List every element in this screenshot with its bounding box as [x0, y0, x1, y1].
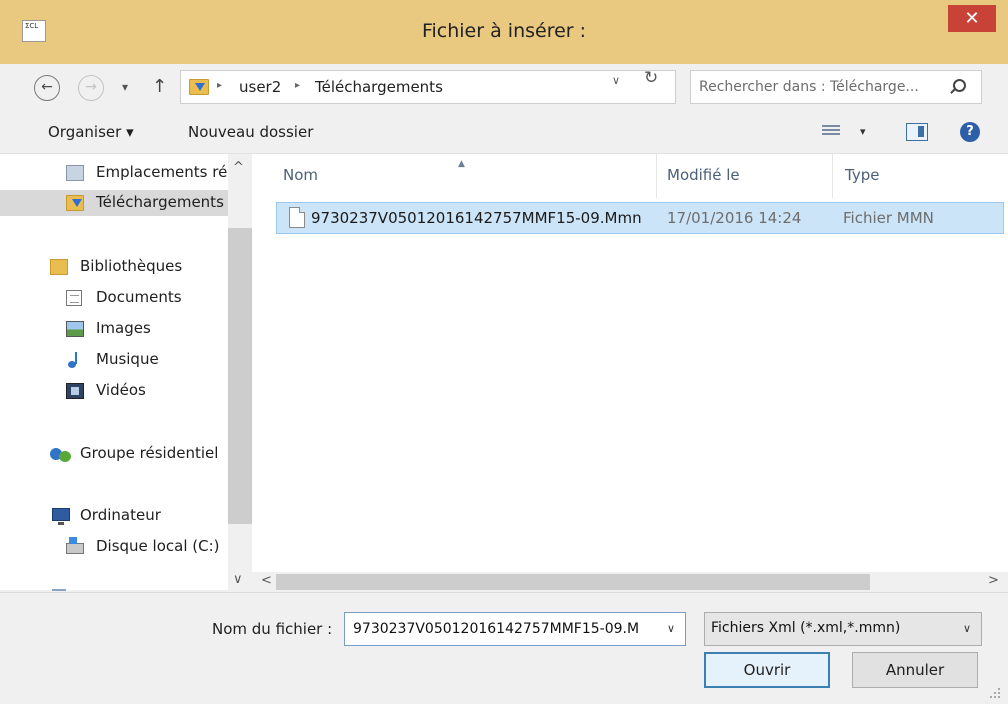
sidebar-item-telechargements[interactable]: Téléchargements: [0, 190, 228, 216]
sort-ascending-icon: ▲: [458, 159, 465, 169]
file-type: Fichier MMN: [843, 209, 934, 227]
navigation-scroll-down[interactable]: ∨: [233, 572, 243, 587]
forward-button[interactable]: →: [78, 75, 104, 101]
libraries-icon: [50, 259, 68, 275]
filetype-select[interactable]: Fichiers Xml (*.xml,*.mmn) ∨: [704, 612, 982, 646]
back-button[interactable]: ←: [34, 75, 60, 101]
sidebar-item-recent-places[interactable]: Emplacements ré: [0, 160, 228, 186]
close-button[interactable]: ✕: [948, 5, 996, 32]
downloads-folder-icon: [189, 79, 209, 95]
breadcrumb-separator[interactable]: ▸: [295, 80, 300, 91]
sidebar-item-label: Musique: [96, 350, 159, 368]
pictures-icon: [66, 321, 84, 337]
videos-icon: [66, 383, 84, 399]
computer-icon: [52, 508, 70, 525]
file-name: 9730237V05012016142757MMF15-09.Mmn: [311, 209, 642, 227]
address-dropdown[interactable]: ∨: [612, 74, 620, 87]
view-options-dropdown[interactable]: ▾: [860, 125, 866, 138]
sidebar-item-images[interactable]: Images: [0, 316, 228, 342]
sidebar-item-musique[interactable]: Musique: [0, 347, 228, 373]
sidebar-item-label: Disque local (C:): [96, 537, 220, 555]
column-header-type[interactable]: Type: [845, 166, 879, 184]
command-bar: Organiser ▾ Nouveau dossier ▾ ?: [0, 112, 1008, 154]
downloads-folder-icon: [66, 195, 84, 211]
local-disk-icon: [66, 537, 84, 554]
breadcrumb-separator[interactable]: ▸: [217, 80, 222, 91]
sidebar-item-label: Téléchargements: [96, 193, 224, 211]
title-bar[interactable]: ΣCL Fichier à insérer : ✕: [0, 0, 1008, 64]
music-icon: [68, 352, 84, 368]
window-title: Fichier à insérer :: [421, 20, 587, 42]
organize-button[interactable]: Organiser ▾: [48, 123, 134, 141]
sidebar-item-label: Images: [96, 319, 151, 337]
breadcrumb-telechargements[interactable]: Téléchargements: [315, 78, 443, 96]
documents-icon: [66, 290, 82, 306]
table-row[interactable]: 9730237V05012016142757MMF15-09.Mmn 17/01…: [276, 202, 1004, 234]
open-button[interactable]: Ouvrir: [704, 652, 830, 688]
filename-combobox[interactable]: ∨: [344, 612, 686, 646]
homegroup-icon: [50, 446, 72, 462]
sidebar-item-disque-local[interactable]: Disque local (C:): [0, 534, 228, 560]
address-bar[interactable]: ▸ user2 ▸ Téléchargements: [180, 70, 676, 104]
file-icon: [289, 207, 305, 228]
filename-input[interactable]: [351, 618, 659, 640]
view-options-icon[interactable]: [822, 125, 840, 139]
column-divider[interactable]: [656, 154, 657, 198]
filetype-selected: Fichiers Xml (*.xml,*.mmn): [711, 620, 901, 636]
new-folder-button[interactable]: Nouveau dossier: [188, 123, 313, 141]
sidebar-item-videos[interactable]: Vidéos: [0, 378, 228, 404]
file-open-dialog: ΣCL Fichier à insérer : ✕ ← → ▾ ↑ ▸ user…: [0, 0, 1008, 704]
column-header-name[interactable]: Nom: [283, 166, 318, 184]
file-modified-date: 17/01/2016 14:24: [667, 209, 802, 227]
sidebar-item-ordinateur[interactable]: Ordinateur: [0, 503, 228, 529]
sidebar-item-label: Groupe résidentiel: [80, 444, 219, 462]
filename-dropdown-arrow[interactable]: ∨: [667, 622, 675, 635]
sidebar-item-label: Emplacements ré: [96, 163, 228, 181]
column-divider[interactable]: [832, 154, 833, 198]
sidebar-item-label: Documents: [96, 288, 182, 306]
sidebar-item-label: Ordinateur: [80, 506, 161, 524]
cancel-button[interactable]: Annuler: [852, 652, 978, 688]
column-header-modified[interactable]: Modifié le: [667, 166, 740, 184]
sidebar-item-bibliotheques[interactable]: Bibliothèques: [0, 254, 228, 280]
address-row: ← → ▾ ↑ ▸ user2 ▸ Téléchargements ∨ ↻: [0, 64, 1008, 112]
sidebar-item-label: Vidéos: [96, 381, 146, 399]
sidebar-item-documents[interactable]: Documents: [0, 285, 228, 311]
filename-label: Nom du fichier :: [212, 620, 333, 638]
recent-locations-dropdown[interactable]: ▾: [122, 80, 128, 94]
search-input[interactable]: [697, 75, 949, 99]
search-icon[interactable]: [953, 79, 966, 92]
navigation-scroll-up[interactable]: ^: [233, 160, 244, 175]
breadcrumb-user2[interactable]: user2: [239, 78, 281, 96]
scroll-right-arrow[interactable]: >: [988, 573, 999, 588]
navigation-scrollbar-thumb[interactable]: [228, 228, 252, 524]
preview-pane-icon[interactable]: [906, 123, 928, 141]
sidebar-item-groupe-residentiel[interactable]: Groupe résidentiel: [0, 441, 228, 467]
recent-places-icon: [66, 165, 84, 181]
filetype-dropdown-arrow[interactable]: ∨: [963, 622, 971, 635]
refresh-icon[interactable]: ↻: [644, 68, 658, 88]
horizontal-scrollbar-thumb[interactable]: [276, 574, 870, 590]
network-icon: [52, 589, 66, 591]
up-button[interactable]: ↑: [152, 76, 167, 97]
resize-grip[interactable]: [986, 684, 1002, 700]
help-icon[interactable]: ?: [960, 122, 980, 142]
sidebar-item-label: Bibliothèques: [80, 257, 183, 275]
search-box[interactable]: [690, 70, 982, 104]
scroll-left-arrow[interactable]: <: [261, 573, 272, 588]
navigation-pane: Emplacements ré Téléchargements Biblioth…: [0, 154, 252, 590]
